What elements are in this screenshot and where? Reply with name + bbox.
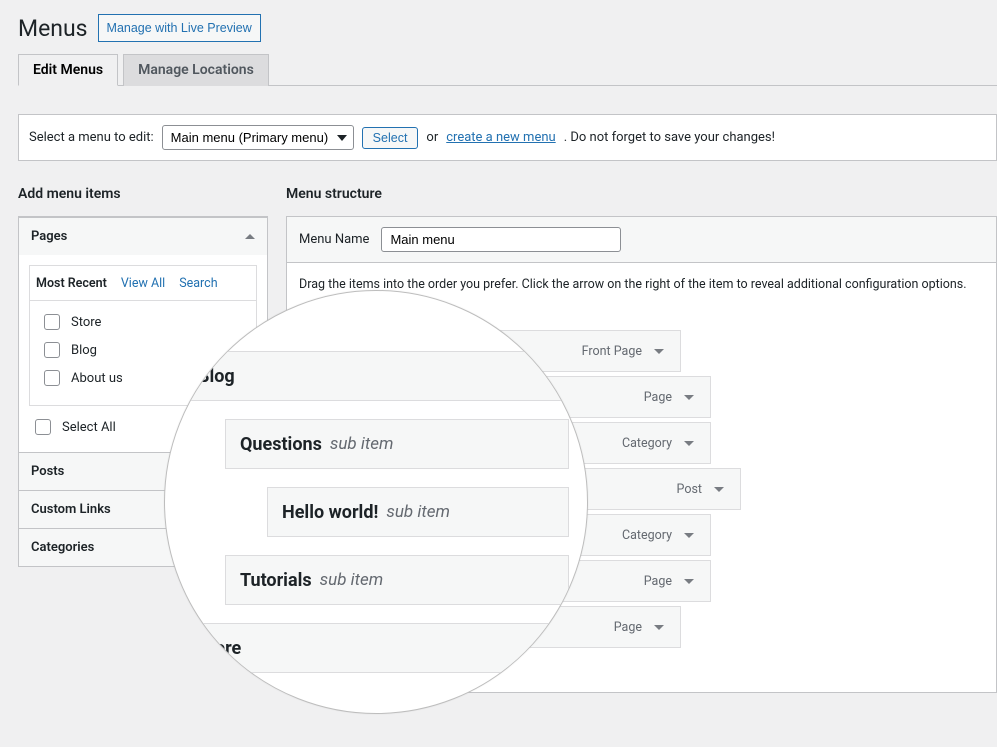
mag-item-sub: sub item xyxy=(330,434,394,454)
chevron-down-icon[interactable] xyxy=(678,524,700,546)
chevron-up-icon xyxy=(245,234,255,239)
accordion-custom-links-title: Custom Links xyxy=(31,502,111,517)
tab-most-recent[interactable]: Most Recent xyxy=(36,272,107,300)
instructions-text: Drag the items into the order you prefer… xyxy=(299,277,984,292)
accordion-pages-title: Pages xyxy=(31,229,67,244)
menu-name-label: Menu Name xyxy=(299,232,369,247)
page-title: Menus xyxy=(18,15,88,42)
menu-name-input[interactable] xyxy=(381,227,621,252)
select-all-label: Select All xyxy=(62,420,116,435)
menu-item-type: Front Page xyxy=(582,344,642,359)
menu-selector-box: Select a menu to edit: Main menu (Primar… xyxy=(18,114,997,161)
page-item-about-label: About us xyxy=(71,371,123,386)
mag-item-tutorials: Tutorials sub item xyxy=(225,555,569,605)
checkbox-blog[interactable] xyxy=(44,342,60,358)
mag-item-questions: Questions sub item xyxy=(225,419,569,469)
select-menu-label: Select a menu to edit: xyxy=(29,130,154,145)
or-text: or xyxy=(426,130,438,145)
checkbox-select-all[interactable] xyxy=(35,419,51,435)
page-item-store-label: Store xyxy=(71,315,101,330)
live-preview-button[interactable]: Manage with Live Preview xyxy=(98,14,261,42)
menu-item-type: Category xyxy=(622,436,672,451)
mag-item-store: Store xyxy=(183,623,569,673)
accordion-posts-title: Posts xyxy=(31,464,64,479)
menu-item-type: Page xyxy=(644,574,672,589)
chevron-down-icon[interactable] xyxy=(648,340,670,362)
mag-item-sub: sub item xyxy=(320,570,384,590)
select-button[interactable]: Select xyxy=(362,127,419,149)
tab-view-all[interactable]: View All xyxy=(121,272,165,300)
chevron-down-icon[interactable] xyxy=(648,616,670,638)
menu-item-type: Post xyxy=(677,482,702,497)
mag-item-title: Questions xyxy=(240,434,322,455)
mag-item-title: Tutorials xyxy=(240,570,312,591)
chevron-down-icon[interactable] xyxy=(678,570,700,592)
magnifier-overlay: Blog Questions sub item Hello world! sub… xyxy=(164,290,588,714)
mag-item-title: Store xyxy=(198,638,241,659)
create-menu-link[interactable]: create a new menu xyxy=(446,130,555,145)
selector-tail: . Do not forget to save your changes! xyxy=(564,130,775,145)
chevron-down-icon[interactable] xyxy=(678,432,700,454)
checkbox-store[interactable] xyxy=(44,314,60,330)
page-item-blog-label: Blog xyxy=(71,343,97,358)
menu-structure-heading: Menu structure xyxy=(286,186,997,202)
mag-item-sub: sub item xyxy=(386,502,450,522)
menu-item-type: Category xyxy=(622,528,672,543)
checkbox-about[interactable] xyxy=(44,370,60,386)
tab-edit-menus[interactable]: Edit Menus xyxy=(18,54,118,86)
menu-select[interactable]: Main menu (Primary menu) xyxy=(162,125,354,150)
mag-item-title: Hello world! xyxy=(282,502,378,523)
tab-manage-locations[interactable]: Manage Locations xyxy=(123,54,269,86)
mag-item-title: Blog xyxy=(198,366,235,387)
nav-tabs: Edit Menus Manage Locations xyxy=(18,54,997,86)
accordion-pages-header[interactable]: Pages xyxy=(19,217,267,255)
chevron-down-icon[interactable] xyxy=(708,478,730,500)
mag-item-blog: Blog xyxy=(183,351,569,401)
mag-item-hello: Hello world! sub item xyxy=(267,487,569,537)
add-items-heading: Add menu items xyxy=(18,186,268,202)
menu-item-type: Page xyxy=(614,620,642,635)
accordion-categories-title: Categories xyxy=(31,540,94,555)
chevron-down-icon[interactable] xyxy=(678,386,700,408)
menu-item-type: Page xyxy=(644,390,672,405)
